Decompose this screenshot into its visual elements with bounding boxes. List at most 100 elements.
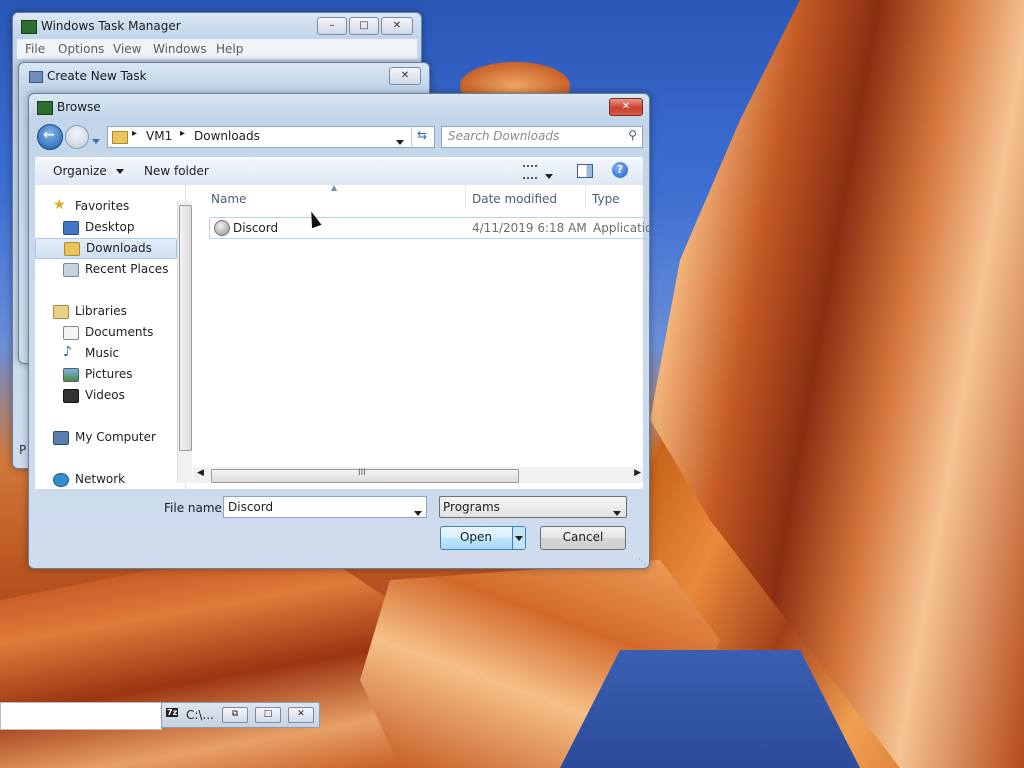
nav-network[interactable]: Network xyxy=(35,470,175,489)
chevron-down-icon xyxy=(545,174,553,179)
task-manager-partial-text: P xyxy=(19,443,27,457)
close-button[interactable]: ✕ xyxy=(381,17,413,35)
nav-my-computer[interactable]: My Computer xyxy=(35,428,175,447)
browse-titlebar[interactable]: Browse ✕ xyxy=(29,94,649,120)
create-task-titlebar[interactable]: Create New Task ✕ xyxy=(19,63,429,89)
scroll-right-icon[interactable]: ▶ xyxy=(634,468,641,478)
task-manager-title: Windows Task Manager xyxy=(41,19,181,33)
organize-label: Organize xyxy=(53,164,107,178)
forward-button[interactable] xyxy=(65,125,89,149)
command-toolbar: Organize New folder ? xyxy=(35,156,643,186)
nav-videos[interactable]: Videos xyxy=(35,386,175,405)
nav-desktop[interactable]: Desktop xyxy=(35,218,175,237)
recent-pages-dropdown[interactable] xyxy=(92,133,100,147)
browse-close-button[interactable]: ✕ xyxy=(609,98,643,116)
file-horizontal-scrollbar[interactable]: ◀ III ▶ xyxy=(193,467,643,483)
nav-pictures[interactable]: Pictures xyxy=(35,365,175,384)
task-manager-menubar: File Options View Windows Help xyxy=(17,39,417,59)
scrollbar-grip: III xyxy=(358,468,366,478)
menu-file[interactable]: File xyxy=(25,42,45,56)
breadcrumb-separator-icon: ▸ xyxy=(132,128,138,139)
star-icon: ★ xyxy=(53,197,66,213)
file-name: Discord xyxy=(233,221,279,235)
column-header-date-modified[interactable]: Date modified xyxy=(465,185,586,209)
open-split-dropdown[interactable] xyxy=(512,527,525,549)
scroll-left-icon[interactable]: ◀ xyxy=(197,468,204,478)
minimized-cmd-window[interactable]: 7z C:\... ⧉ □ ✕ xyxy=(161,702,320,728)
breadcrumb-vm1[interactable]: VM1 xyxy=(146,129,172,143)
libraries-icon xyxy=(53,305,69,319)
maximize-button[interactable]: □ xyxy=(255,707,281,723)
computer-icon xyxy=(53,431,69,445)
file-type-dropdown[interactable] xyxy=(613,505,621,519)
nav-music[interactable]: ♪ Music xyxy=(35,344,175,363)
nav-libraries[interactable]: Libraries xyxy=(35,302,175,321)
search-input[interactable]: Search Downloads ⚲ xyxy=(441,126,643,148)
wallpaper-rock-bottom-left xyxy=(0,560,420,768)
new-folder-button[interactable]: New folder xyxy=(144,164,209,178)
column-header-name[interactable]: Name ▲ xyxy=(193,183,466,209)
nav-favorites[interactable]: ★ Favorites xyxy=(35,197,175,216)
cancel-button[interactable]: Cancel xyxy=(540,526,626,550)
nav-vertical-scrollbar[interactable] xyxy=(177,201,192,483)
file-row-discord[interactable]: Discord 4/11/2019 6:18 AM Applicatio xyxy=(209,217,650,239)
nav-scrollbar-thumb[interactable] xyxy=(179,205,192,451)
nav-downloads[interactable]: Downloads xyxy=(35,238,177,259)
navigation-pane: ★ Favorites Desktop Downloads Recent Pla… xyxy=(35,185,192,489)
resize-grip-icon[interactable]: ⋱ xyxy=(638,557,646,566)
back-arrow-icon: ← xyxy=(43,127,55,143)
maximize-button[interactable]: □ xyxy=(349,17,379,35)
7zip-icon: 7z xyxy=(166,708,179,717)
menu-options[interactable]: Options xyxy=(58,42,104,56)
file-type: Applicatio xyxy=(593,221,649,235)
file-type-select[interactable]: Programs xyxy=(439,496,627,518)
create-task-close-button[interactable]: ✕ xyxy=(389,67,421,85)
desktop-icon xyxy=(63,221,79,235)
music-icon: ♪ xyxy=(63,344,72,360)
breadcrumb-downloads[interactable]: Downloads xyxy=(194,129,260,143)
address-dropdown[interactable] xyxy=(396,134,404,148)
organize-button[interactable]: Organize xyxy=(53,164,124,178)
column-header-type[interactable]: Type xyxy=(586,185,643,209)
restore-button[interactable]: ⧉ xyxy=(222,707,248,723)
task-manager-titlebar[interactable]: Windows Task Manager – □ ✕ xyxy=(13,13,421,39)
nav-recent-places[interactable]: Recent Places xyxy=(35,260,175,279)
browse-title: Browse xyxy=(57,100,101,114)
file-type-value: Programs xyxy=(443,500,500,514)
file-scrollbar-thumb[interactable]: III xyxy=(211,468,519,483)
nav-documents[interactable]: Documents xyxy=(35,323,175,342)
search-placeholder: Search Downloads xyxy=(448,129,560,143)
chevron-down-icon xyxy=(414,511,422,516)
minimized-window-label: C:\... xyxy=(186,708,214,722)
pictures-icon xyxy=(63,368,79,382)
menu-help[interactable]: Help xyxy=(216,42,243,56)
browse-content: ★ Favorites Desktop Downloads Recent Pla… xyxy=(35,183,650,489)
file-list: Name ▲ Date modified Type Discord 4/11/2… xyxy=(193,183,650,489)
file-name-label: File name: xyxy=(164,501,226,515)
file-name-input[interactable]: Discord xyxy=(223,496,427,518)
view-options-icon[interactable] xyxy=(523,165,537,179)
chevron-down-icon xyxy=(115,169,124,174)
application-icon xyxy=(214,220,230,236)
chevron-down-icon xyxy=(613,511,621,516)
file-date: 4/11/2019 6:18 AM xyxy=(472,221,587,235)
help-icon[interactable]: ? xyxy=(612,162,628,178)
blank-panel xyxy=(0,702,162,730)
menu-windows[interactable]: Windows xyxy=(153,42,207,56)
address-bar[interactable]: ▸ VM1 ▸ Downloads xyxy=(107,126,435,148)
browse-icon xyxy=(37,101,53,115)
open-button[interactable]: Open xyxy=(440,526,526,550)
minimize-button[interactable]: – xyxy=(317,17,347,35)
videos-icon xyxy=(63,389,79,403)
sort-ascending-icon: ▲ xyxy=(331,183,338,192)
preview-pane-icon[interactable] xyxy=(577,164,593,178)
refresh-button[interactable]: ⇆ xyxy=(411,126,434,146)
menu-view[interactable]: View xyxy=(113,42,141,56)
close-button[interactable]: ✕ xyxy=(288,707,314,723)
file-name-dropdown[interactable] xyxy=(414,505,422,519)
back-button[interactable]: ← xyxy=(37,124,63,150)
view-options-dropdown[interactable] xyxy=(545,168,553,182)
browse-dialog[interactable]: Browse ✕ ← ▸ VM1 ▸ Downloads ⇆ Search Do… xyxy=(28,93,650,569)
create-task-title: Create New Task xyxy=(47,69,147,83)
chevron-down-icon xyxy=(515,536,523,541)
